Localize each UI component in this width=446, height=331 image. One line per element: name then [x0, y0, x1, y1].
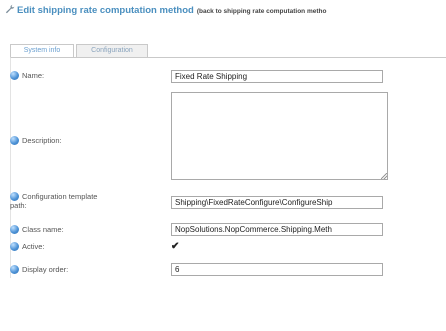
active-checkbox[interactable]: ✔ [171, 242, 180, 252]
help-icon[interactable] [10, 71, 19, 80]
tab-label: System info [23, 47, 61, 54]
description-field[interactable] [171, 92, 388, 180]
tab-label: Configuration [91, 47, 133, 54]
class-name-field[interactable]: NopSolutions.NopCommerce.Shipping.Meth [171, 223, 383, 236]
name-label: Name: [10, 71, 44, 80]
description-wrapper [171, 92, 388, 180]
config-path-label-line2: path: [10, 201, 27, 210]
help-icon[interactable] [10, 242, 19, 251]
active-label: Active: [10, 242, 45, 251]
page-title: Edit shipping rate computation method [17, 5, 194, 16]
display-order-label: Display order: [10, 265, 68, 274]
resize-handle[interactable] [381, 173, 387, 179]
wrench-icon [5, 4, 15, 14]
back-link[interactable]: (back to shipping rate computation metho [197, 8, 327, 15]
name-field[interactable] [171, 70, 383, 83]
tab-configuration[interactable]: Configuration [76, 44, 148, 57]
config-path-field[interactable]: Shipping\FixedRateConfigure\ConfigureShi… [171, 196, 383, 209]
help-icon[interactable] [10, 192, 19, 201]
help-icon[interactable] [10, 136, 19, 145]
description-label: Description: [10, 136, 62, 145]
help-icon[interactable] [10, 225, 19, 234]
tab-system-info[interactable]: System info [10, 44, 74, 58]
config-path-label: Configuration template [10, 192, 160, 201]
help-icon[interactable] [10, 265, 19, 274]
display-order-field[interactable] [171, 263, 383, 276]
class-name-label: Class name: [10, 225, 64, 234]
page-header: Edit shipping rate computation method (ba… [5, 4, 446, 18]
